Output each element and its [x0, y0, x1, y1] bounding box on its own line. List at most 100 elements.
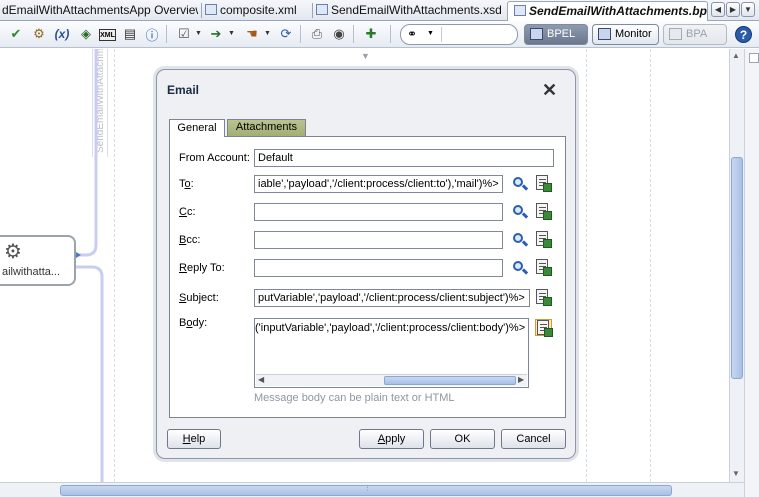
- search-input[interactable]: [441, 27, 515, 42]
- bpel-icon: [530, 28, 543, 40]
- to-field[interactable]: iable','payload','/client:process/client…: [254, 175, 503, 193]
- partner-link-connector: [76, 49, 104, 482]
- monitor-icon: [598, 28, 611, 40]
- gear-icon: ⚙: [4, 241, 22, 263]
- settings-gear-icon[interactable]: ⚙: [30, 25, 48, 43]
- tab-scroll-right-button[interactable]: ▶: [726, 2, 740, 17]
- editor-tab-bar: dEmailWithAttachmentsApp Overview compos…: [0, 0, 759, 21]
- email-dialog: Email ✕ General Attachments From Account…: [156, 69, 576, 459]
- cc-field[interactable]: [254, 203, 503, 221]
- tab-app-overview[interactable]: dEmailWithAttachmentsApp Overview: [2, 1, 198, 21]
- canvas-vertical-scrollbar[interactable]: ▲ ▼: [729, 49, 744, 482]
- bpa-icon: [669, 28, 682, 40]
- correlation-icon[interactable]: ◈: [77, 25, 95, 43]
- right-side-panel: [744, 49, 759, 497]
- body-hint-text: Message body can be plain text or HTML: [254, 392, 455, 404]
- search-combo[interactable]: ⚭ ▼: [400, 24, 518, 45]
- flow-arrow-icon: ▼: [361, 51, 370, 61]
- subject-label: Subject:: [179, 292, 219, 304]
- chevron-down-icon[interactable]: ▼: [195, 30, 202, 37]
- scrollbar-thumb[interactable]: [731, 157, 743, 379]
- bcc-label: Bcc:: [179, 234, 201, 246]
- scroll-right-icon[interactable]: ▶: [518, 375, 524, 384]
- sensors-icon[interactable]: ☑: [175, 25, 193, 43]
- search-icon[interactable]: [512, 204, 529, 220]
- body-label: Body:: [179, 317, 208, 329]
- from-account-label: From Account:: [179, 152, 250, 164]
- scroll-left-icon[interactable]: ◀: [258, 375, 264, 384]
- properties-icon[interactable]: ▤: [121, 25, 139, 43]
- tab-list-button[interactable]: ▼: [741, 2, 755, 17]
- toolbar-separator: [390, 25, 391, 43]
- tab-bpel-active[interactable]: SendEmailWithAttachments.bpel: [507, 1, 708, 21]
- subject-field[interactable]: putVariable','payload','/client:process/…: [254, 289, 530, 307]
- general-panel: From Account: Default To: iable','payloa…: [169, 136, 566, 418]
- search-icon[interactable]: [512, 176, 529, 192]
- help-button[interactable]: Help: [167, 429, 221, 449]
- expression-builder-icon[interactable]: [535, 231, 552, 248]
- bpa-mode-button[interactable]: BPA: [663, 24, 727, 45]
- body-horizontal-scrollbar[interactable]: ◀ ▶: [256, 374, 527, 386]
- bpel-mode-button[interactable]: BPEL: [524, 24, 588, 45]
- expression-builder-icon[interactable]: [535, 289, 552, 306]
- info-icon[interactable]: ⓘ: [143, 25, 161, 43]
- chevron-down-icon[interactable]: ▼: [228, 30, 235, 37]
- bpel-process-icon: [514, 5, 526, 16]
- refresh-icon[interactable]: ⟳: [277, 25, 295, 43]
- from-account-field[interactable]: Default: [254, 149, 554, 167]
- validate-check-icon[interactable]: ✔: [7, 25, 25, 43]
- search-icon[interactable]: [512, 232, 529, 248]
- cancel-button[interactable]: Cancel: [501, 429, 566, 449]
- ok-button[interactable]: OK: [430, 429, 495, 449]
- cc-label: Cc:: [179, 206, 196, 218]
- hand-icon[interactable]: ☚: [243, 25, 261, 43]
- close-icon[interactable]: ✕: [542, 81, 557, 99]
- tab-general[interactable]: General: [169, 119, 225, 137]
- expression-builder-icon[interactable]: [535, 175, 552, 192]
- camera-icon[interactable]: ◉: [330, 25, 348, 43]
- expression-builder-icon[interactable]: [535, 319, 553, 337]
- swimlane-guide: [114, 49, 115, 482]
- monitor-mode-button[interactable]: Monitor: [592, 24, 659, 45]
- tab-composite-xml[interactable]: composite.xml: [205, 1, 309, 21]
- chevron-down-icon[interactable]: ▼: [264, 30, 271, 37]
- body-textarea[interactable]: ('inputVariable','payload','/client:proc…: [254, 318, 529, 388]
- tab-scroll-left-button[interactable]: ◀: [711, 2, 725, 17]
- deploy-icon[interactable]: ➔: [207, 25, 225, 43]
- xsd-icon: [316, 4, 328, 15]
- bcc-field[interactable]: [254, 231, 503, 249]
- panel-toggle[interactable]: [749, 53, 759, 63]
- reply-to-field[interactable]: [254, 259, 503, 277]
- search-icon[interactable]: [512, 260, 529, 276]
- expression-builder-icon[interactable]: [535, 259, 552, 276]
- binoculars-icon[interactable]: ⚭: [407, 27, 417, 41]
- reply-to-label: Reply To:: [179, 262, 225, 274]
- tab-xsd[interactable]: SendEmailWithAttachments.xsd: [316, 1, 504, 21]
- add-activity-icon[interactable]: ✚: [362, 25, 380, 43]
- swimlane-guide: [650, 49, 651, 482]
- dialog-title: Email: [167, 83, 200, 97]
- expression-builder-icon[interactable]: [535, 203, 552, 220]
- scrollbar-thumb[interactable]: [384, 376, 516, 385]
- apply-button[interactable]: Apply: [359, 429, 424, 449]
- editor-toolbar: ✔ ⚙ (x) ◈ XML ▤ ⓘ ☑ ▼ ➔ ▼ ☚ ▼ ⟳ ⎙ ◉ ✚ ⚭ …: [0, 21, 759, 48]
- swimlane-guide: [586, 49, 587, 482]
- scroll-up-icon[interactable]: ▲: [732, 51, 740, 60]
- xml-icon[interactable]: XML: [99, 29, 116, 41]
- toolbar-separator: [300, 25, 301, 43]
- body-text: ('inputVariable','payload','/client:proc…: [255, 322, 526, 334]
- tab-attachments[interactable]: Attachments: [227, 119, 306, 136]
- composite-icon: [205, 4, 217, 15]
- scroll-grip-icon: ⋮: [364, 485, 371, 492]
- tab-separator: [312, 3, 313, 18]
- toolbar-separator: [353, 25, 354, 43]
- help-icon[interactable]: ?: [735, 26, 752, 43]
- canvas-horizontal-scrollbar[interactable]: ⋮: [0, 482, 744, 497]
- scroll-down-icon[interactable]: ▼: [732, 469, 740, 478]
- print-icon[interactable]: ⎙: [308, 25, 326, 43]
- chevron-down-icon[interactable]: ▼: [427, 30, 434, 37]
- variables-icon[interactable]: (x): [53, 25, 71, 43]
- email-activity-node[interactable]: ⚙ ailwithatta...: [0, 235, 76, 286]
- toolbar-separator: [166, 25, 167, 43]
- tab-separator: [201, 3, 202, 18]
